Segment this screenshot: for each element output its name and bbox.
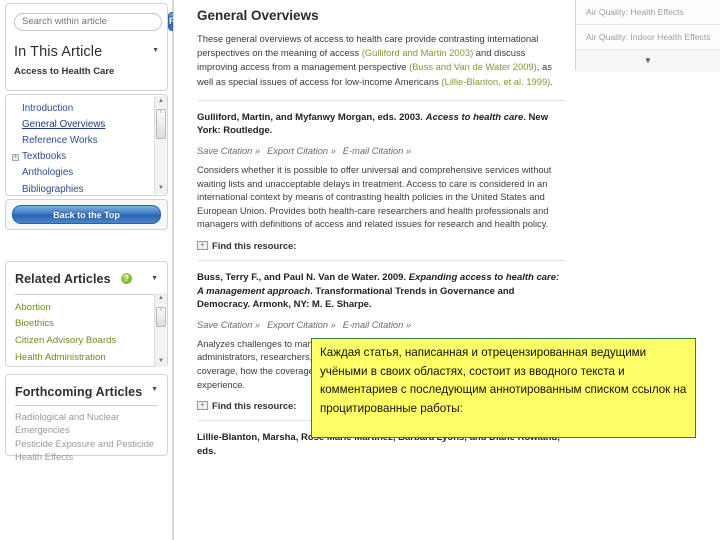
- divider: [197, 259, 566, 261]
- intro-text-4: .: [550, 75, 553, 87]
- find-this-resource-label: Find this resource:: [212, 239, 297, 251]
- toc-scrollbar[interactable]: ▲ ≡ ▼: [154, 96, 167, 194]
- forthcoming-articles-title: Forthcoming Articles: [15, 385, 143, 399]
- related-articles-list: Abortion Bioethics Citizen Advisory Boar…: [6, 295, 167, 365]
- citation-text-1: Gulliford, Martin, and Myfanwy Morgan, e…: [197, 111, 426, 123]
- related-articles-title-wrap: Related Articles ?: [15, 270, 133, 288]
- help-question-icon[interactable]: ?: [121, 273, 133, 285]
- list-item[interactable]: Pesticide Exposure and Pesticide Health …: [6, 437, 167, 464]
- toc-item-introduction[interactable]: Introduction: [6, 100, 167, 116]
- annotation-callout: Каждая статья, написанная и отрецензиров…: [311, 338, 696, 438]
- scroll-down-arrow-icon[interactable]: ▼: [155, 183, 167, 194]
- citation-link-gulliford[interactable]: (Gulliford and Martin 2003): [362, 47, 474, 58]
- search-row: Find: [14, 12, 189, 31]
- scrollbar-thumb[interactable]: ≡: [156, 109, 166, 139]
- list-item[interactable]: Abortion: [6, 299, 167, 316]
- expand-plus-icon[interactable]: +: [197, 401, 208, 411]
- find-this-resource-label: Find this resource:: [212, 400, 297, 412]
- left-sidebar: Find In This Article ▼ Access to Health …: [0, 0, 189, 540]
- find-this-resource-row[interactable]: + Find this resource:: [197, 240, 566, 251]
- citation-link-lillie-blanton[interactable]: (Lillie-Blanton, et al. 1999): [441, 76, 550, 87]
- save-citation-link[interactable]: Save Citation »: [197, 146, 260, 156]
- citation-actions: Save Citation » Export Citation » E-mail C…: [197, 320, 566, 330]
- list-item[interactable]: Air Quality: Health Effects: [576, 0, 720, 25]
- divider: [197, 99, 566, 101]
- chevron-down-icon[interactable]: ▼: [151, 272, 158, 288]
- back-to-top-panel: Back to the Top: [5, 199, 168, 230]
- citation-heading: Buss, Terry F., and Paul N. Van de Water…: [197, 271, 566, 312]
- toc-item-label: General Overviews: [22, 118, 106, 130]
- toc-item-general-overviews[interactable]: General Overviews: [6, 116, 167, 132]
- scrollbar-thumb[interactable]: ≡: [156, 307, 166, 327]
- toc-item-textbooks[interactable]: + Textbooks: [6, 149, 167, 165]
- scroll-down-arrow-icon[interactable]: ▼: [155, 356, 167, 367]
- list-item[interactable]: Radiological and Nuclear Emergencies: [6, 410, 167, 437]
- search-panel: Find In This Article ▼ Access to Health …: [5, 3, 189, 91]
- citation-link-buss[interactable]: (Buss and Van de Water 2009): [409, 61, 537, 72]
- list-item[interactable]: Bioethics: [6, 316, 167, 333]
- page-title: General Overviews: [197, 8, 319, 23]
- search-input[interactable]: [14, 12, 162, 31]
- list-item[interactable]: Air Quality: Indoor Health Effects: [576, 25, 720, 50]
- toc-item-label: Textbooks: [22, 151, 67, 163]
- citation-text-1: Buss, Terry F., and Paul N. Van de Water…: [197, 271, 409, 283]
- toc-item-reference-works[interactable]: Reference Works: [6, 132, 167, 148]
- related-articles-header[interactable]: Related Articles ? ▼: [6, 262, 167, 288]
- toc-item-label: Bibliographies: [22, 183, 84, 195]
- expand-plus-icon[interactable]: +: [12, 153, 19, 161]
- in-this-article-subtitle: Access to Health Care: [14, 66, 115, 77]
- citation-heading: Gulliford, Martin, and Myfanwy Morgan, e…: [197, 111, 566, 138]
- list-item[interactable]: Citizen Advisory Boards: [6, 332, 167, 349]
- email-citation-link[interactable]: E-mail Citation »: [343, 146, 411, 156]
- toc-item-label: Anthologies: [22, 167, 74, 179]
- in-this-article-header[interactable]: In This Article ▼: [14, 44, 159, 60]
- citation-title-italic: Access to health care: [425, 111, 524, 123]
- chevron-down-icon[interactable]: ▼: [152, 44, 159, 60]
- page-root: Find In This Article ▼ Access to Health …: [0, 0, 720, 540]
- in-this-article-title: In This Article: [14, 44, 103, 60]
- forthcoming-articles-header[interactable]: Forthcoming Articles ▼: [6, 375, 167, 399]
- citation-annotation: Considers whether it is possible to offe…: [197, 165, 552, 230]
- export-citation-link[interactable]: Export Citation »: [267, 320, 336, 330]
- forthcoming-articles-list: Radiological and Nuclear Emergencies Pes…: [6, 406, 167, 464]
- list-item[interactable]: Health Administration: [6, 349, 167, 366]
- intro-paragraph: These general overviews of access to hea…: [197, 32, 566, 89]
- toc-panel: Introduction General Overviews Reference…: [5, 94, 168, 196]
- citation-actions: Save Citation » Export Citation » E-mail C…: [197, 146, 566, 156]
- scroll-up-arrow-icon[interactable]: ▲: [155, 293, 167, 304]
- chevron-down-icon[interactable]: ▼: [576, 50, 720, 72]
- chevron-down-icon[interactable]: ▼: [151, 383, 158, 399]
- export-citation-link[interactable]: Export Citation »: [267, 146, 336, 156]
- save-citation-link[interactable]: Save Citation »: [197, 320, 260, 330]
- expand-plus-icon[interactable]: +: [197, 240, 208, 250]
- related-articles-panel: Related Articles ? ▼ Abortion Bioethics …: [5, 261, 168, 367]
- toc-list: Introduction General Overviews Reference…: [6, 95, 167, 195]
- reference-entry: Gulliford, Martin, and Myfanwy Morgan, e…: [197, 111, 566, 251]
- toc-item-label: Introduction: [22, 102, 74, 114]
- toc-item-label: Reference Works: [22, 134, 98, 146]
- back-to-top-button[interactable]: Back to the Top: [12, 205, 161, 224]
- toc-item-bibliographies[interactable]: Bibliographies: [6, 181, 167, 195]
- forthcoming-articles-panel: Forthcoming Articles ▼ Radiological and …: [5, 374, 168, 462]
- related-articles-title: Related Articles: [15, 272, 111, 286]
- right-dropdown-panel: Air Quality: Health Effects Air Quality:…: [575, 0, 720, 72]
- scroll-up-arrow-icon[interactable]: ▲: [155, 96, 167, 107]
- email-citation-link[interactable]: E-mail Citation »: [343, 320, 411, 330]
- toc-item-anthologies[interactable]: Anthologies: [6, 165, 167, 181]
- main-content: General Overviews These general overview…: [174, 0, 574, 540]
- related-articles-scrollbar[interactable]: ▲ ≡ ▼: [154, 293, 167, 367]
